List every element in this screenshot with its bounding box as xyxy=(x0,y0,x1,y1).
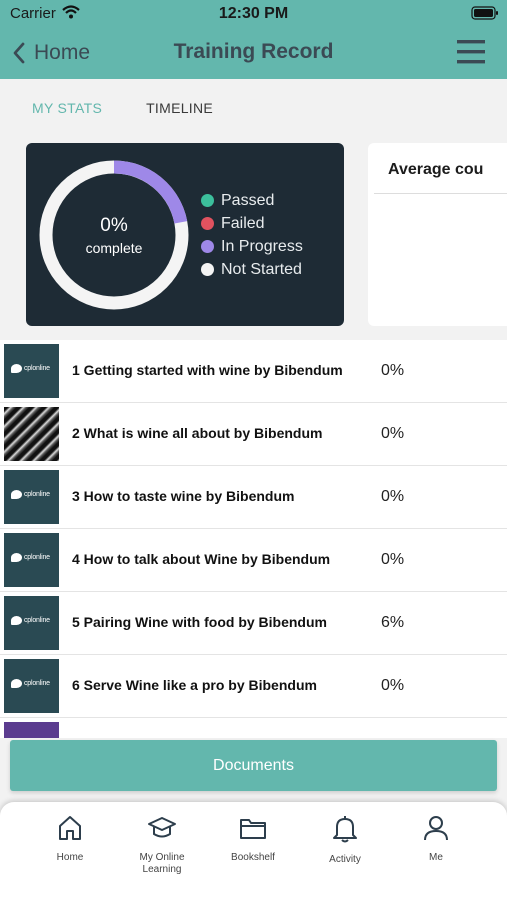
tabbar-bookshelf[interactable]: Bookshelf xyxy=(213,814,293,864)
course-row-3[interactable]: cplonline 3 How to taste wine by Bibendu… xyxy=(0,466,507,529)
course-thumbnail: cplonline xyxy=(4,596,59,650)
legend-dot-passed xyxy=(201,194,214,207)
course-thumbnail: cplonline xyxy=(4,533,59,587)
folder-icon xyxy=(240,819,266,839)
course-thumbnail xyxy=(4,722,59,738)
course-percent: 0% xyxy=(381,551,405,568)
battery-icon xyxy=(471,6,499,25)
graduation-cap-icon xyxy=(148,817,176,838)
cplonline-logo-icon: cplonline xyxy=(9,553,50,562)
course-title: 2 What is wine all about by Bibendum xyxy=(72,425,323,441)
tab-timeline[interactable]: TIMELINE xyxy=(146,100,213,116)
cplonline-logo-icon: cplonline xyxy=(9,616,50,625)
legend: Passed Failed In Progress Not Started xyxy=(201,189,303,281)
cplonline-logo-icon: cplonline xyxy=(9,490,50,499)
person-icon xyxy=(424,816,448,841)
course-thumbnail: cplonline xyxy=(4,470,59,524)
status-time: 12:30 PM xyxy=(218,5,289,22)
header: Carrier 12:30 PM Home Training Record xyxy=(0,0,507,79)
course-row-5[interactable]: cplonline 5 Pairing Wine with food by Bi… xyxy=(0,592,507,655)
average-course-card[interactable]: Average cou xyxy=(368,143,507,326)
course-row-4[interactable]: cplonline 4 How to talk about Wine by Bi… xyxy=(0,529,507,592)
tab-my-stats[interactable]: MY STATS xyxy=(32,100,102,116)
course-thumbnail: cplonline xyxy=(4,344,59,398)
average-card-title: Average cou xyxy=(388,161,484,178)
house-icon xyxy=(59,816,81,840)
divider xyxy=(374,193,507,194)
status-bar: Carrier 12:30 PM xyxy=(0,0,507,28)
course-thumbnail: cplonline xyxy=(4,659,59,713)
course-percent: 0% xyxy=(381,425,405,442)
course-list[interactable]: cplonline 1 Getting started with wine by… xyxy=(0,340,507,738)
legend-dot-not-started xyxy=(201,263,214,276)
bell-icon xyxy=(333,816,357,843)
course-row-1[interactable]: cplonline 1 Getting started with wine by… xyxy=(0,340,507,403)
legend-dot-failed xyxy=(201,217,214,230)
segment-tabs: MY STATS TIMELINE xyxy=(32,100,213,116)
completion-label: complete xyxy=(85,239,143,256)
course-title: 6 Serve Wine like a pro by Bibendum xyxy=(72,677,317,693)
tabbar-activity[interactable]: Activity xyxy=(305,814,385,866)
legend-item-passed: Passed xyxy=(201,189,303,212)
course-percent: 6% xyxy=(381,614,405,631)
tabbar-home[interactable]: Home xyxy=(30,814,110,864)
course-title: 3 How to taste wine by Bibendum xyxy=(72,488,295,504)
hamburger-menu-button[interactable] xyxy=(457,38,485,71)
legend-item-failed: Failed xyxy=(201,212,303,235)
documents-button[interactable]: Documents xyxy=(10,740,497,791)
course-percent: 0% xyxy=(381,677,405,694)
legend-item-not-started: Not Started xyxy=(201,258,303,281)
cplonline-logo-icon: cplonline xyxy=(9,679,50,688)
completion-percent: 0% xyxy=(100,214,128,236)
course-row-2[interactable]: 2 What is wine all about by Bibendum 0% xyxy=(0,403,507,466)
course-title: 1 Getting started with wine by Bibendum xyxy=(72,362,343,378)
course-percent: 0% xyxy=(381,362,405,379)
tabbar-me[interactable]: Me xyxy=(396,814,476,864)
page-title: Training Record xyxy=(173,40,334,63)
course-percent: 0% xyxy=(381,488,405,505)
bottom-tab-bar: Home My Online Learning Bookshelf Activi… xyxy=(0,802,507,900)
course-title: 4 How to talk about Wine by Bibendum xyxy=(72,551,331,567)
course-row-7-partial[interactable] xyxy=(0,718,507,738)
stats-card: 0% complete Passed Failed In Progress No… xyxy=(26,143,344,326)
legend-dot-in-progress xyxy=(201,240,214,253)
course-title: 5 Pairing Wine with food by Bibendum xyxy=(72,614,327,630)
cplonline-logo-icon: cplonline xyxy=(9,364,50,373)
course-thumbnail-photo xyxy=(4,407,59,461)
tabbar-my-online-learning[interactable]: My Online Learning xyxy=(122,814,202,876)
course-row-6[interactable]: cplonline 6 Serve Wine like a pro by Bib… xyxy=(0,655,507,718)
hamburger-icon xyxy=(457,40,485,64)
legend-item-in-progress: In Progress xyxy=(201,235,303,258)
